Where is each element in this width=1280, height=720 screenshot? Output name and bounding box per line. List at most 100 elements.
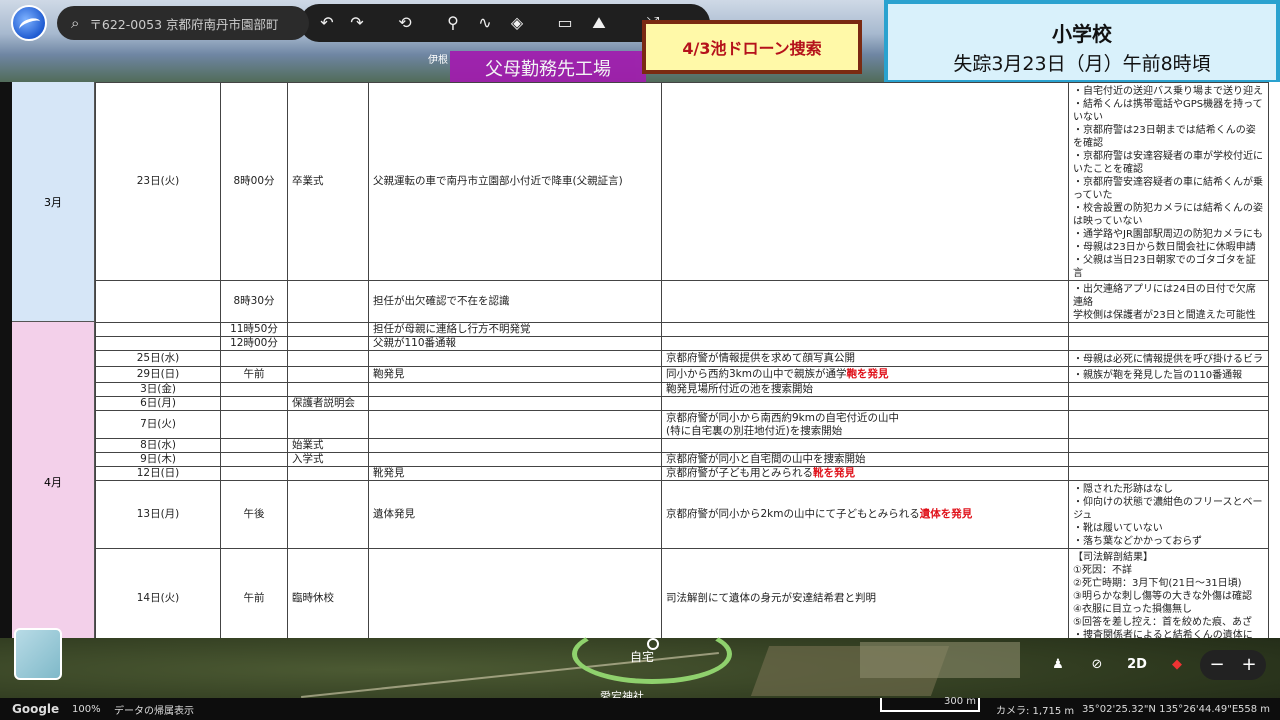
- cell-desc: 担任が母親に連絡し行方不明発覚: [368, 322, 662, 337]
- measure-icon[interactable]: ▭: [554, 13, 576, 33]
- cell-text: ・自宅付近の送迎バス乗り場まで送り迎え ・結希くんは携帯電話やGPS機器を持って…: [1073, 86, 1263, 279]
- cell-notes: [1068, 438, 1269, 453]
- location-off-icon[interactable]: ⊘: [1082, 652, 1112, 678]
- cell-event: 保護者説明会: [287, 396, 369, 411]
- cell-date: 13日(月): [95, 480, 221, 549]
- cell-date: 14日(火): [95, 548, 221, 638]
- search-icon: ⌕: [71, 14, 80, 32]
- table-row: 3日(金) 鞄発見場所付近の池を捜索開始: [95, 382, 1269, 397]
- attribution-link[interactable]: データの帰属表示: [114, 702, 194, 717]
- scale-bar: [880, 698, 980, 712]
- cell-text: 25日(水): [136, 352, 180, 364]
- table-row: 29日(日) 午前 鞄発見 同小から西約3kmの山中で親族が通学鞄を発見 ・親族が鞄を発…: [95, 366, 1269, 383]
- cell-notes: ・出欠連絡アプリには24日の日付で欠席連絡 学校側は保護者が23日と間違えた可能…: [1068, 280, 1269, 323]
- cell-event: 臨時休校: [287, 548, 369, 638]
- map-field: [860, 642, 1020, 678]
- cell-police: [661, 82, 1069, 281]
- pegman-icon[interactable]: ♟: [1043, 652, 1073, 678]
- cell-text: 8時00分: [233, 175, 275, 187]
- search-input[interactable]: 〒622-0053 京都府南丹市園部町: [89, 14, 278, 33]
- cell-text: 臨時休校: [292, 592, 334, 604]
- cell-event: [287, 280, 369, 323]
- cell-text: 3日(金): [140, 383, 176, 396]
- cell-event: [287, 350, 369, 367]
- image-overlay-icon[interactable]: ⛰: [588, 13, 610, 33]
- redo-icon[interactable]: ↷: [346, 13, 368, 33]
- cell-date: 6日(月): [95, 396, 221, 411]
- cell-time: 午前: [220, 548, 288, 638]
- cell-time: [220, 466, 288, 481]
- cell-desc: [368, 548, 662, 638]
- cell-time: 11時50分: [220, 322, 288, 337]
- google-logo: Google: [12, 702, 60, 716]
- cell-text: 卒業式: [292, 175, 324, 187]
- cell-desc: 父親運転の車で南丹市立園部小付近で降車(父親証言): [368, 82, 662, 281]
- cell-text: 京都府警が情報提供を求めて顔写真公開: [666, 352, 855, 364]
- zoom-level: 100%: [72, 703, 101, 715]
- cell-text: 入学式: [292, 453, 324, 466]
- cell-text: 担任が出欠確認で不在を認識: [373, 295, 510, 307]
- cell-notes: ・自宅付近の送迎バス乗り場まで送り迎え ・結希くんは携帯電話やGPS機器を持って…: [1068, 82, 1269, 281]
- elevation: 558 m: [1238, 703, 1271, 715]
- cell-time: [220, 350, 288, 367]
- cell-desc: 父親が110番通報: [368, 336, 662, 351]
- compass-icon[interactable]: ◆: [1162, 652, 1192, 678]
- camera-altitude: カメラ: 1,715 m: [996, 705, 1075, 717]
- history-icon[interactable]: ⟲: [394, 13, 416, 33]
- cell-text: 11時50分: [230, 323, 278, 336]
- table-row: 23日(火) 8時00分 卒業式 父親運転の車で南丹市立園部小付近で降車(父親証言) ・…: [95, 82, 1269, 281]
- cell-date: 29日(日): [95, 366, 221, 383]
- table-row: 11時50分 担任が母親に連絡し行方不明発覚: [95, 322, 1269, 337]
- cell-event: [287, 410, 369, 439]
- table-row: 14日(火) 午前 臨時休校 司法解剖にて遺体の身元が安達結希君と判明 【司法解剖結果】…: [95, 548, 1269, 638]
- google-earth-logo-icon[interactable]: [11, 5, 47, 41]
- cell-notes: ・隠された形跡はなし ・仰向けの状態で濃紺色のフリースとベージュ ・靴は履いてい…: [1068, 480, 1269, 549]
- coordinates: 35°02'25.32"N 135°26'44.49"E: [1082, 703, 1239, 715]
- highlight-text: 靴を発見: [813, 467, 855, 480]
- cell-date: [95, 280, 221, 323]
- layer-thumbnail[interactable]: [14, 628, 62, 680]
- zoom-out-button[interactable]: −: [1202, 652, 1232, 678]
- cell-text: 8時30分: [233, 295, 275, 307]
- cell-desc: 遺体発見: [368, 480, 662, 549]
- cell-text: 始業式: [292, 439, 324, 452]
- cell-police: 京都府警が同小と自宅間の山中を捜索開始: [661, 452, 1069, 467]
- home-label: 自宅: [630, 650, 655, 664]
- cell-text: 保護者説明会: [292, 397, 355, 410]
- cell-date: 25日(水): [95, 350, 221, 367]
- cell-notes: ・母親は必死に情報提供を呼び掛けるビラ: [1068, 350, 1269, 367]
- undo-icon[interactable]: ↶: [316, 13, 338, 33]
- cell-date: 9日(木): [95, 452, 221, 467]
- search-bar[interactable]: ⌕ 〒622-0053 京都府南丹市園部町: [57, 6, 309, 40]
- cell-text: 同小から西約3kmの山中で親族が通学: [666, 368, 847, 380]
- cell-desc: 鞄発見: [368, 366, 662, 383]
- table-row: 8時30分 担任が出欠確認で不在を認識 ・出欠連絡アプリには24日の日付で欠席連絡 …: [95, 280, 1269, 323]
- layers-icon[interactable]: ◈: [506, 13, 528, 33]
- zoom-in-button[interactable]: +: [1234, 652, 1264, 678]
- path-icon[interactable]: ∿: [474, 13, 496, 33]
- cell-text: 12時00分: [230, 337, 278, 350]
- table-row: 9日(木) 入学式 京都府警が同小と自宅間の山中を捜索開始: [95, 452, 1269, 467]
- cell-event: 卒業式: [287, 82, 369, 281]
- cell-police: 司法解剖にて遺体の身元が安達結希君と判明: [661, 548, 1069, 638]
- cell-text: 鞄発見: [373, 368, 405, 380]
- cell-date: [95, 322, 221, 337]
- cell-text: 【司法解剖結果】 ①死因：不詳 ②死亡時期：3月下旬(21日～31日頃) ③明ら…: [1073, 552, 1253, 638]
- cell-text: 午前: [243, 368, 265, 380]
- cell-notes: [1068, 382, 1269, 397]
- cell-text: 6日(月): [140, 397, 176, 410]
- cell-time: [220, 438, 288, 453]
- table-row: 8日(水) 始業式: [95, 438, 1269, 453]
- cell-event: [287, 322, 369, 337]
- placemark-icon[interactable]: ⚲: [442, 13, 464, 33]
- cell-text: 7日(火): [140, 418, 176, 430]
- cell-text: 9日(木): [140, 453, 176, 466]
- cell-police: [661, 438, 1069, 453]
- cell-text: ・親族が鞄を発見した旨の110番通報: [1073, 370, 1243, 381]
- cell-text: ・隠された形跡はなし ・仰向けの状態で濃紺色のフリースとベージュ ・靴は履いてい…: [1073, 484, 1263, 547]
- school-info-box: 小学校 失踪3月23日（月）午前8時頃: [884, 0, 1280, 84]
- cell-police: 京都府警が子ども用とみられる靴を発見: [661, 466, 1069, 481]
- cell-date: [95, 336, 221, 351]
- cell-police: 同小から西約3kmの山中で親族が通学鞄を発見: [661, 366, 1069, 383]
- 2d-toggle-button[interactable]: 2D: [1122, 652, 1152, 678]
